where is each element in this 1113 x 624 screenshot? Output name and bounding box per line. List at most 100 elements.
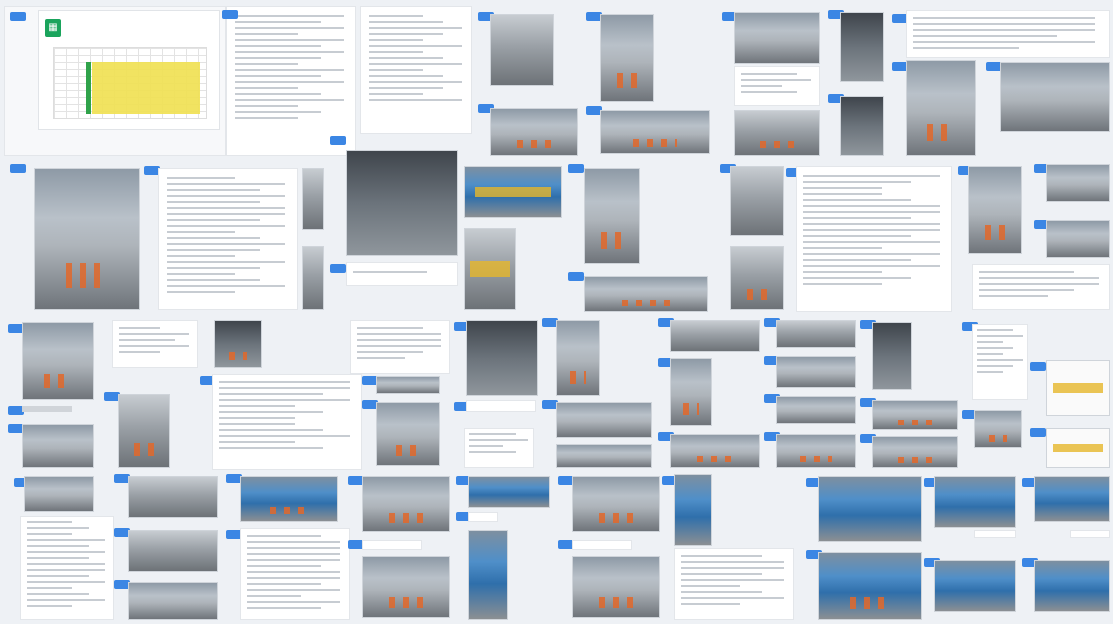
photo-thumbnail[interactable] [872, 322, 912, 390]
photo-thumbnail[interactable] [128, 476, 218, 518]
photo-thumbnail[interactable] [128, 530, 218, 572]
photo-thumbnail[interactable] [464, 166, 562, 218]
photo-thumbnail[interactable] [556, 320, 600, 396]
message-card [796, 166, 952, 312]
spreadsheet-highlight-yellow [92, 62, 200, 114]
message-card [240, 528, 350, 620]
photo-thumbnail[interactable] [572, 476, 660, 532]
photo-thumbnail[interactable] [346, 150, 458, 256]
photo-thumbnail[interactable] [670, 434, 760, 468]
photo-thumbnail[interactable] [302, 168, 324, 230]
photo-thumbnail[interactable] [734, 110, 820, 156]
message-card [212, 374, 362, 470]
photo-thumbnail[interactable] [600, 110, 710, 154]
photo-thumbnail[interactable] [556, 444, 652, 468]
photo-thumbnail[interactable] [1034, 476, 1110, 522]
photo-thumbnail[interactable] [490, 108, 578, 156]
photo-thumbnail[interactable] [974, 410, 1022, 448]
photo-thumbnail[interactable] [670, 320, 760, 352]
message-card [572, 540, 632, 550]
spreadsheet-icon: ▦ [45, 19, 61, 37]
avatar-icon[interactable] [10, 164, 26, 173]
photo-thumbnail[interactable] [730, 166, 784, 236]
photo-thumbnail[interactable] [934, 476, 1016, 528]
message-card [906, 10, 1110, 58]
photo-thumbnail[interactable] [556, 402, 652, 438]
photo-thumbnail[interactable] [572, 556, 660, 618]
message-card [360, 6, 472, 134]
spreadsheet-preview [53, 47, 207, 119]
photo-thumbnail[interactable] [1000, 62, 1110, 132]
message-card [362, 540, 422, 550]
photo-thumbnail[interactable] [776, 356, 856, 388]
photo-thumbnail[interactable] [730, 246, 784, 310]
avatar-icon[interactable] [222, 10, 238, 19]
photo-thumbnail[interactable] [22, 424, 94, 468]
message-card [674, 548, 794, 620]
photo-thumbnail[interactable] [670, 358, 712, 426]
message-card [466, 400, 536, 412]
photo-thumbnail[interactable] [468, 476, 550, 508]
photo-thumbnail[interactable] [872, 436, 958, 468]
photo-thumbnail[interactable] [840, 12, 884, 82]
avatar-icon[interactable] [1030, 362, 1046, 371]
message-card [468, 512, 498, 522]
message-card [226, 6, 356, 156]
avatar-icon[interactable] [568, 164, 584, 173]
photo-thumbnail[interactable] [818, 552, 922, 620]
photo-thumbnail[interactable] [584, 168, 640, 264]
photo-thumbnail[interactable] [1046, 164, 1110, 202]
photo-thumbnail[interactable] [376, 376, 440, 394]
avatar-icon[interactable] [330, 136, 346, 145]
photo-thumbnail[interactable] [22, 322, 94, 400]
photo-thumbnail[interactable] [1046, 220, 1110, 258]
avatar-icon[interactable] [330, 264, 346, 273]
message-card [20, 516, 114, 620]
photo-thumbnail[interactable] [734, 12, 820, 64]
photo-thumbnail[interactable] [362, 476, 450, 532]
message-card [974, 530, 1016, 538]
avatar-icon[interactable] [10, 12, 26, 21]
photo-thumbnail[interactable] [118, 394, 170, 468]
photo-thumbnail[interactable] [24, 476, 94, 512]
message-card [734, 66, 820, 106]
photo-thumbnail[interactable] [818, 476, 922, 542]
photo-thumbnail[interactable] [214, 320, 262, 368]
photo-thumbnail[interactable] [302, 246, 324, 310]
photo-thumbnail[interactable] [34, 168, 140, 310]
photo-thumbnail[interactable] [968, 166, 1022, 254]
photo-thumbnail[interactable] [906, 60, 976, 156]
shared-file-card[interactable]: ▦ [38, 10, 220, 130]
photo-thumbnail[interactable] [1034, 560, 1110, 612]
caption-placeholder [22, 406, 72, 412]
message-card [972, 264, 1110, 310]
photo-thumbnail[interactable] [776, 320, 856, 348]
avatar-icon[interactable] [1030, 428, 1046, 437]
message-card [346, 262, 458, 286]
photo-thumbnail[interactable] [872, 400, 958, 430]
photo-thumbnail[interactable] [584, 276, 708, 312]
photo-thumbnail[interactable] [776, 396, 856, 424]
photo-thumbnail[interactable] [240, 476, 338, 522]
photo-thumbnail[interactable] [674, 474, 712, 546]
photo-thumbnail[interactable] [362, 556, 450, 618]
message-card [158, 168, 298, 310]
photo-thumbnail[interactable] [490, 14, 554, 86]
photo-thumbnail[interactable] [468, 530, 508, 620]
message-card [350, 320, 450, 374]
photo-thumbnail[interactable] [464, 228, 516, 310]
message-card [1070, 530, 1110, 538]
photo-thumbnail[interactable] [376, 402, 440, 466]
spreadsheet-highlight-green [86, 62, 91, 114]
photo-thumbnail[interactable] [466, 320, 538, 396]
photo-thumbnail[interactable] [840, 96, 884, 156]
floor-plan-image[interactable] [1046, 360, 1110, 416]
message-card [464, 428, 534, 468]
message-card [972, 324, 1028, 400]
avatar-icon[interactable] [568, 272, 584, 281]
floor-plan-image[interactable] [1046, 428, 1110, 468]
photo-thumbnail[interactable] [128, 582, 218, 620]
photo-thumbnail[interactable] [934, 560, 1016, 612]
photo-thumbnail[interactable] [600, 14, 654, 102]
photo-thumbnail[interactable] [776, 434, 856, 468]
